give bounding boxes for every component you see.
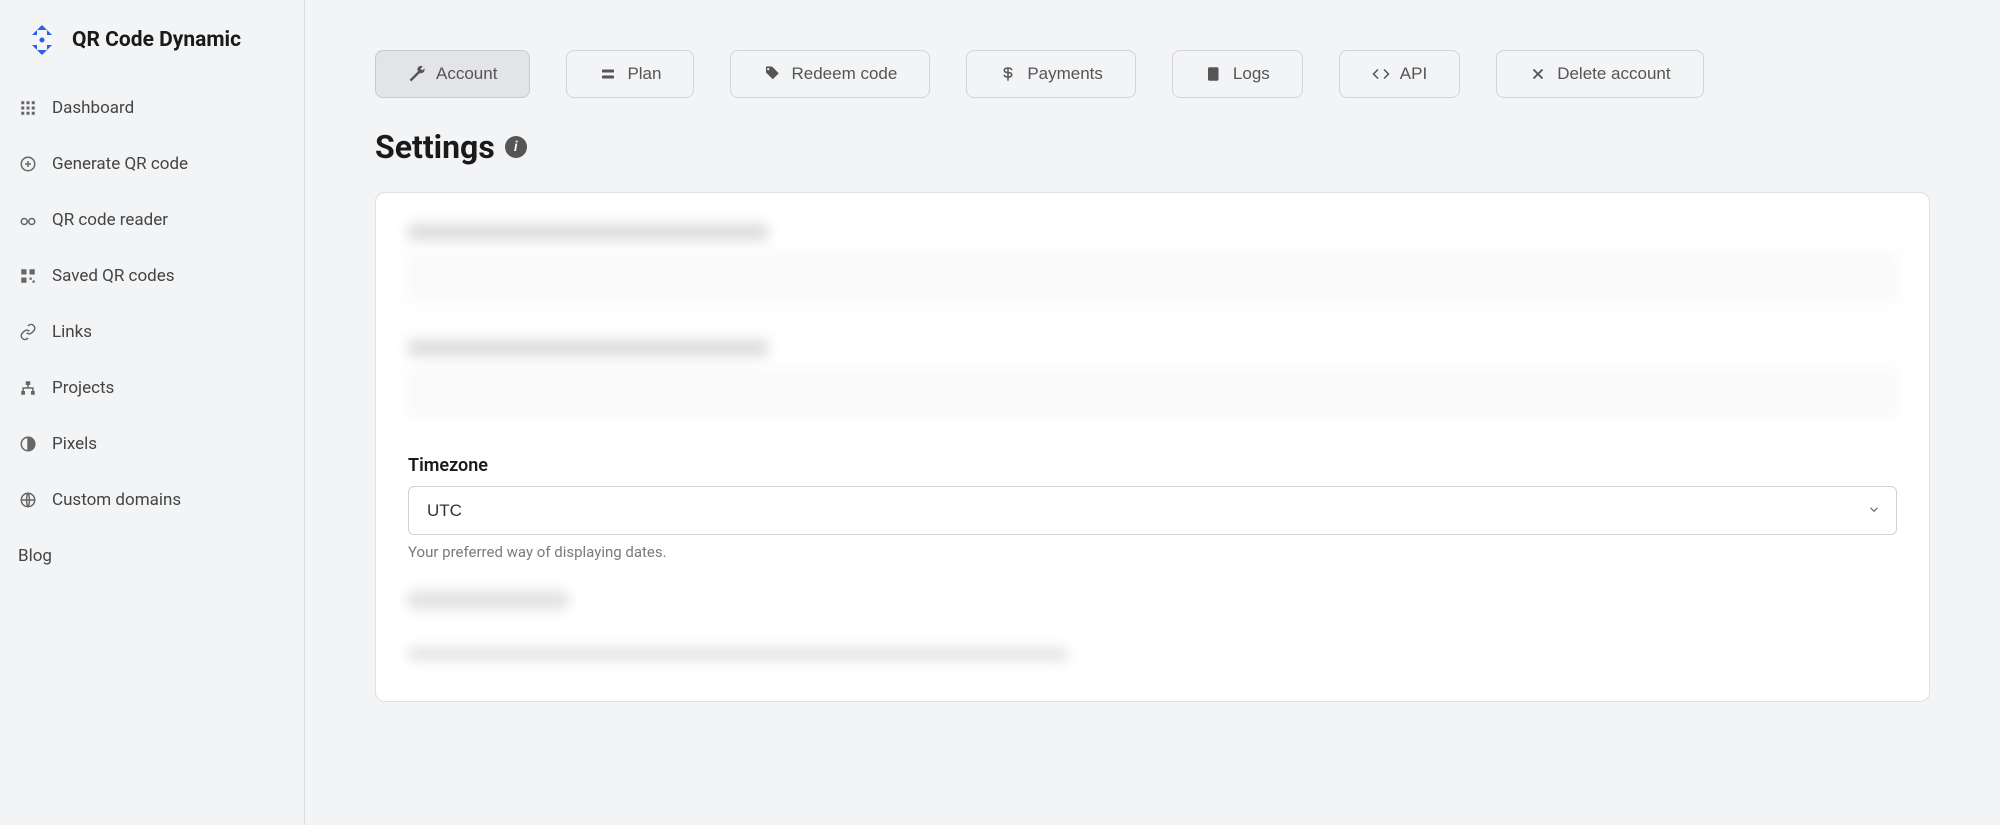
sidebar-item-generate[interactable]: Generate QR code [0,136,304,192]
sidebar-item-label: Blog [18,546,52,566]
layers-icon [599,65,617,83]
link-icon [18,323,38,341]
page-heading: Settings i [375,128,1930,166]
sidebar-item-label: Projects [52,378,114,398]
dollar-icon [999,65,1017,83]
tab-label: API [1400,64,1427,84]
tab-delete-account[interactable]: Delete account [1496,50,1703,98]
sidebar: QR Code Dynamic Dashboard Generate QR co… [0,0,305,825]
plus-circle-icon [18,155,38,173]
settings-tabs: Account Plan Redeem code Payments Logs [375,50,1930,98]
sidebar-item-links[interactable]: Links [0,304,304,360]
sidebar-item-domains[interactable]: Custom domains [0,472,304,528]
blurred-field-3 [408,591,1897,609]
sidebar-item-reader[interactable]: QR code reader [0,192,304,248]
sidebar-item-label: Generate QR code [52,154,188,174]
sidebar-item-label: Custom domains [52,490,181,510]
blurred-text [408,647,1068,661]
wrench-icon [408,65,426,83]
qrcode-icon [18,267,38,285]
settings-card: Timezone UTC Your preferred way of displ… [375,192,1930,702]
globe-icon [18,491,38,509]
info-icon[interactable]: i [505,136,527,158]
tab-logs[interactable]: Logs [1172,50,1303,98]
tab-label: Account [436,64,497,84]
sidebar-item-label: Saved QR codes [52,266,175,286]
main-content: Account Plan Redeem code Payments Logs [305,0,2000,825]
sidebar-item-label: Pixels [52,434,97,454]
sidebar-item-label: Dashboard [52,98,134,118]
sidebar-item-blog[interactable]: Blog [0,528,304,584]
timezone-select[interactable]: UTC [408,486,1897,535]
tab-payments[interactable]: Payments [966,50,1136,98]
tab-label: Payments [1027,64,1103,84]
adjust-icon [18,435,38,453]
tab-plan[interactable]: Plan [566,50,694,98]
tab-redeem[interactable]: Redeem code [730,50,930,98]
grid-icon [18,99,38,117]
timezone-field: Timezone UTC Your preferred way of displ… [408,455,1897,561]
tab-label: Logs [1233,64,1270,84]
sidebar-item-label: QR code reader [52,210,168,230]
sidebar-item-projects[interactable]: Projects [0,360,304,416]
timezone-help: Your preferred way of displaying dates. [408,543,1897,561]
blurred-field-1 [408,223,1897,301]
timezone-label: Timezone [408,455,1897,476]
sidebar-item-saved[interactable]: Saved QR codes [0,248,304,304]
code-icon [1372,65,1390,83]
page-title: Settings [375,128,495,166]
logo-text: QR Code Dynamic [72,28,241,52]
logo[interactable]: QR Code Dynamic [0,20,304,80]
sidebar-item-label: Links [52,322,92,342]
logo-icon [22,20,62,60]
tab-label: Redeem code [791,64,897,84]
scroll-icon [1205,65,1223,83]
tab-account[interactable]: Account [375,50,530,98]
tab-api[interactable]: API [1339,50,1460,98]
tag-icon [763,65,781,83]
blurred-field-2 [408,339,1897,417]
tab-label: Delete account [1557,64,1670,84]
sidebar-item-dashboard[interactable]: Dashboard [0,80,304,136]
tab-label: Plan [627,64,661,84]
diagram-icon [18,379,38,397]
sidebar-item-pixels[interactable]: Pixels [0,416,304,472]
glasses-icon [18,211,38,229]
close-icon [1529,65,1547,83]
